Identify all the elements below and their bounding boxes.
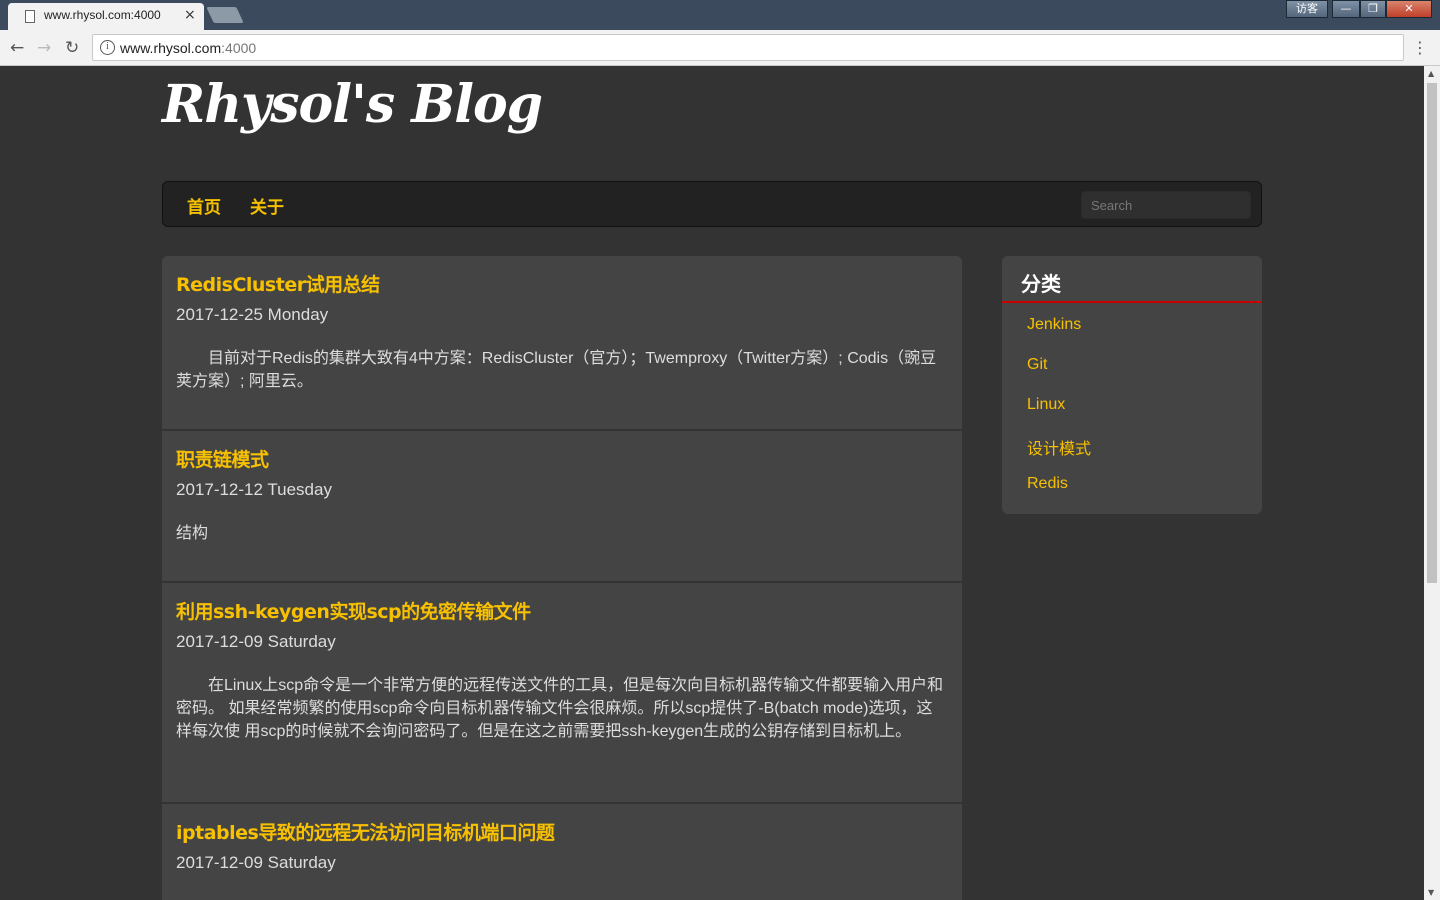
site-navbar: 首页 关于 [162,181,1262,227]
back-icon[interactable]: ← [10,38,24,58]
category-link-linux[interactable]: Linux [1027,396,1065,414]
sidebar-title: 分类 [1021,272,1061,296]
scrollbar-thumb[interactable] [1427,83,1437,583]
info-icon[interactable]: i [100,40,115,55]
post-list: RedisCluster试用总结 2017-12-25 Monday 目前对于R… [162,256,962,900]
reload-icon[interactable]: ↻ [65,38,79,58]
post-card: RedisCluster试用总结 2017-12-25 Monday 目前对于R… [162,256,962,431]
address-bar[interactable]: i www.rhysol.com:4000 [92,34,1404,61]
post-date: 2017-12-12 Tuesday [176,480,332,499]
post-title-link[interactable]: iptables导致的远程无法访问目标机端口问题 [176,818,948,845]
browser-menu-icon[interactable]: ⋮ [1412,38,1428,57]
post-card: 职责链模式 2017-12-12 Tuesday 结构 [162,431,962,583]
post-date: 2017-12-25 Monday [176,305,329,324]
post-excerpt: 在Linux上scp命令是一个非常方便的远程传送文件的工具，但是每次向目标机器传… [176,677,944,740]
site-logo[interactable]: Rhysol's Blog [162,74,543,135]
category-link-git[interactable]: Git [1027,356,1047,374]
post-excerpt: 结构 [176,525,209,542]
category-link-design-patterns[interactable]: 设计模式 [1027,435,1091,459]
category-link-jenkins[interactable]: Jenkins [1027,316,1081,334]
browser-tab[interactable]: www.rhysol.com:4000 × [8,3,204,30]
page-viewport: Rhysol's Blog 首页 关于 RedisCluster试用总结 201… [0,66,1424,900]
new-tab-button[interactable] [206,7,244,23]
page-icon [25,10,35,23]
browser-toolbar: ← → ↻ i www.rhysol.com:4000 ⋮ [0,30,1440,66]
post-card: 利用ssh-keygen实现scp的免密传输文件 2017-12-09 Satu… [162,583,962,804]
scroll-up-icon[interactable]: ▲ [1428,69,1434,78]
url-port: :4000 [221,40,257,56]
maximize-button[interactable]: ❐ [1360,0,1386,18]
scroll-down-icon[interactable]: ▼ [1428,888,1434,897]
post-date: 2017-12-09 Saturday [176,632,336,651]
search-input[interactable] [1081,191,1251,219]
post-title-link[interactable]: RedisCluster试用总结 [176,270,948,297]
post-title-link[interactable]: 职责链模式 [176,445,948,472]
page-scrollbar[interactable]: ▲ ▼ [1424,66,1440,900]
minimize-button[interactable]: — [1332,0,1360,18]
url-host: www.rhysol.com [120,40,222,56]
close-window-button[interactable]: ✕ [1386,0,1432,18]
forward-icon[interactable]: → [37,38,51,58]
sidebar-divider [1002,301,1262,303]
browser-titlebar: www.rhysol.com:4000 × 访客 — ❐ ✕ [0,0,1440,30]
tab-close-icon[interactable]: × [184,7,196,23]
post-excerpt: 目前对于Redis的集群大致有4中方案：RedisCluster（官方）；Twe… [176,350,937,390]
window-controls: 访客 — ❐ ✕ [1286,0,1432,20]
category-link-redis[interactable]: Redis [1027,475,1068,493]
post-title-link[interactable]: 利用ssh-keygen实现scp的免密传输文件 [176,597,948,624]
nav-about-link[interactable]: 关于 [250,193,284,218]
category-sidebar: 分类 Jenkins Git Linux 设计模式 Redis [1002,256,1262,514]
url-text[interactable]: www.rhysol.com:4000 [120,40,256,56]
nav-home-link[interactable]: 首页 [187,193,221,218]
post-date: 2017-12-09 Saturday [176,853,336,872]
guest-profile-button[interactable]: 访客 [1286,0,1328,18]
tab-title: www.rhysol.com:4000 [44,8,161,22]
post-card: iptables导致的远程无法访问目标机端口问题 2017-12-09 Satu… [162,804,962,900]
